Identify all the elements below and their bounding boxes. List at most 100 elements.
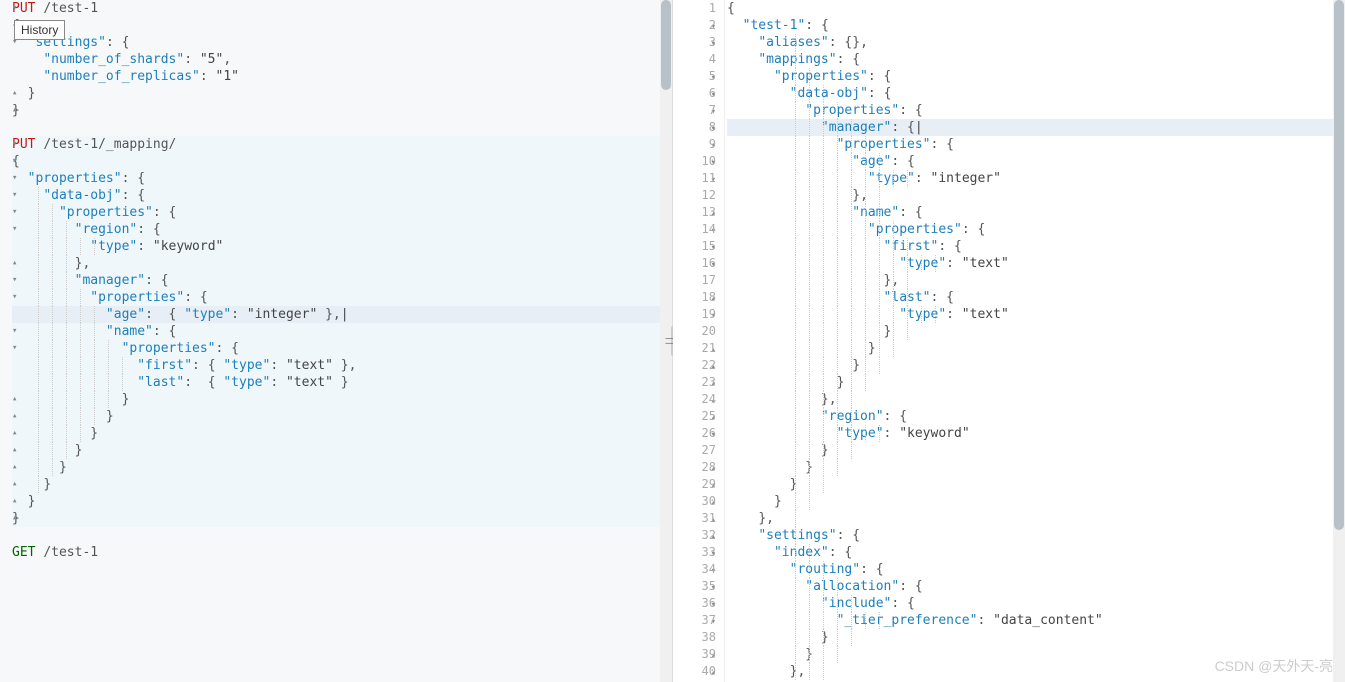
request-editor-pane[interactable]: History ▾PUT /test-1{▾ "settings": { "nu… <box>0 0 673 682</box>
code-line: "manager": {| <box>727 119 1345 136</box>
code-line[interactable]: ▴ } <box>12 391 672 408</box>
fold-toggle[interactable]: ▾ <box>12 0 22 17</box>
code-line: }, <box>727 187 1345 204</box>
code-line[interactable]: "first": { "type": "text" }, <box>12 357 672 374</box>
code-line[interactable]: ▾ "properties": { <box>12 289 672 306</box>
code-line: }, <box>727 391 1345 408</box>
fold-toggle[interactable]: ▴ <box>12 510 22 527</box>
gutter-line: 32 ▾ <box>673 527 716 544</box>
code-line[interactable]: ▴ } <box>12 442 672 459</box>
code-line: }, <box>727 510 1345 527</box>
code-line[interactable]: ▾ "settings": { <box>12 34 672 51</box>
fold-toggle[interactable]: ▾ <box>12 323 22 340</box>
code-line: "index": { <box>727 544 1345 561</box>
gutter-line: 31 ▴ <box>673 510 716 527</box>
code-line[interactable]: ▾ "properties": { <box>12 204 672 221</box>
code-line[interactable]: "age": { "type": "integer" },| <box>12 306 672 323</box>
code-line[interactable]: ▾ "manager": { <box>12 272 672 289</box>
fold-toggle[interactable]: ▾ <box>12 136 22 153</box>
code-line[interactable]: ▴} <box>12 102 672 119</box>
code-line: } <box>727 340 1345 357</box>
code-line[interactable]: ▴ } <box>12 408 672 425</box>
code-line[interactable]: { <box>12 17 672 34</box>
fold-toggle[interactable]: ▴ <box>12 442 22 459</box>
gutter-line: 4 ▾ <box>673 51 716 68</box>
gutter-line: 10 ▾ <box>673 153 716 170</box>
gutter-line: 29 ▴ <box>673 476 716 493</box>
fold-toggle[interactable]: ▾ <box>12 204 22 221</box>
fold-toggle[interactable]: ▴ <box>12 493 22 510</box>
code-line: "_tier_preference": "data_content" <box>727 612 1345 629</box>
code-line[interactable]: "type": "keyword" <box>12 238 672 255</box>
code-line: "properties": { <box>727 221 1345 238</box>
request-line-active[interactable]: ▾PUT /test-1/_mapping/▶🔧 <box>12 136 672 153</box>
code-line[interactable]: ▾ "name": { <box>12 323 672 340</box>
request-line[interactable]: ▾PUT /test-1 <box>12 0 672 17</box>
gutter-line: 34 ▾ <box>673 561 716 578</box>
code-line: "data-obj": { <box>727 85 1345 102</box>
code-line: } <box>727 323 1345 340</box>
fold-toggle[interactable]: ▴ <box>12 391 22 408</box>
fold-toggle[interactable]: ▴ <box>12 425 22 442</box>
code-line[interactable]: ▴ } <box>12 476 672 493</box>
gutter-line: 33 ▾ <box>673 544 716 561</box>
request-line[interactable]: GET /test-1 <box>12 544 672 561</box>
code-line: "age": { <box>727 153 1345 170</box>
code-line: } <box>727 357 1345 374</box>
code-line: "type": "text" <box>727 255 1345 272</box>
code-line[interactable]: "number_of_replicas": "1" <box>12 68 672 85</box>
gutter-line: 27 ▴ <box>673 442 716 459</box>
gutter-line: 36 ▾ <box>673 595 716 612</box>
code-line[interactable]: ▾ "properties": { <box>12 170 672 187</box>
code-line[interactable]: "last": { "type": "text" } <box>12 374 672 391</box>
code-line: "region": { <box>727 408 1345 425</box>
gutter-line: 14 ▾ <box>673 221 716 238</box>
fold-toggle[interactable]: ▾ <box>12 187 22 204</box>
right-scrollbar[interactable] <box>1333 0 1345 682</box>
gutter-line: 40 ▴ <box>673 663 716 680</box>
fold-toggle[interactable]: ▴ <box>12 255 22 272</box>
fold-toggle[interactable]: ▾ <box>12 272 22 289</box>
code-line: "properties": { <box>727 68 1345 85</box>
scrollbar-thumb[interactable] <box>1334 0 1344 530</box>
code-line[interactable]: ▴ } <box>12 493 672 510</box>
code-line[interactable]: ▴ }, <box>12 255 672 272</box>
request-code-area[interactable]: ▾PUT /test-1{▾ "settings": { "number_of_… <box>0 0 672 561</box>
code-line[interactable]: ▾ "data-obj": { <box>12 187 672 204</box>
code-line: } <box>727 493 1345 510</box>
code-line[interactable]: ▾{ <box>12 153 672 170</box>
fold-toggle[interactable]: ▴ <box>12 476 22 493</box>
gutter-line: 6 ▾ <box>673 85 716 102</box>
fold-toggle[interactable]: ▴ <box>12 85 22 102</box>
gutter-line: 35 ▾ <box>673 578 716 595</box>
code-line[interactable]: ▴} <box>12 510 672 527</box>
fold-toggle[interactable]: ▾ <box>12 170 22 187</box>
fold-toggle[interactable]: ▴ <box>12 459 22 476</box>
code-line: } <box>727 476 1345 493</box>
code-line: "test-1": { <box>727 17 1345 34</box>
code-line: } <box>727 442 1345 459</box>
code-line[interactable]: ▾ "region": { <box>12 221 672 238</box>
code-line: "allocation": { <box>727 578 1345 595</box>
fold-toggle[interactable]: ▴ <box>12 408 22 425</box>
fold-toggle[interactable]: ▴ <box>12 102 22 119</box>
code-line[interactable]: ▴ } <box>12 425 672 442</box>
gutter-line: 26 <box>673 425 716 442</box>
history-tooltip: History <box>14 20 65 40</box>
gutter-line: 2 ▾ <box>673 17 716 34</box>
code-line: "last": { <box>727 289 1345 306</box>
code-line: "mappings": { <box>727 51 1345 68</box>
code-line[interactable]: ▾ "properties": { <box>12 340 672 357</box>
fold-toggle[interactable]: ▾ <box>12 340 22 357</box>
code-line[interactable]: ▴ } <box>12 85 672 102</box>
code-line[interactable]: "number_of_shards": "5", <box>12 51 672 68</box>
fold-toggle[interactable]: ▾ <box>12 153 22 170</box>
fold-toggle[interactable]: ▾ <box>12 289 22 306</box>
gutter-line: 16 <box>673 255 716 272</box>
fold-toggle[interactable]: ▾ <box>12 221 22 238</box>
gutter-line: 19 <box>673 306 716 323</box>
code-line: "type": "keyword" <box>727 425 1345 442</box>
gutter-line: 17 ▴ <box>673 272 716 289</box>
response-pane[interactable]: 1 ▾2 ▾3 4 ▾5 ▾6 ▾7 ▾8 ▾9 ▾10 ▾11 12 ▴13 … <box>673 0 1345 682</box>
code-line[interactable]: ▴ } <box>12 459 672 476</box>
